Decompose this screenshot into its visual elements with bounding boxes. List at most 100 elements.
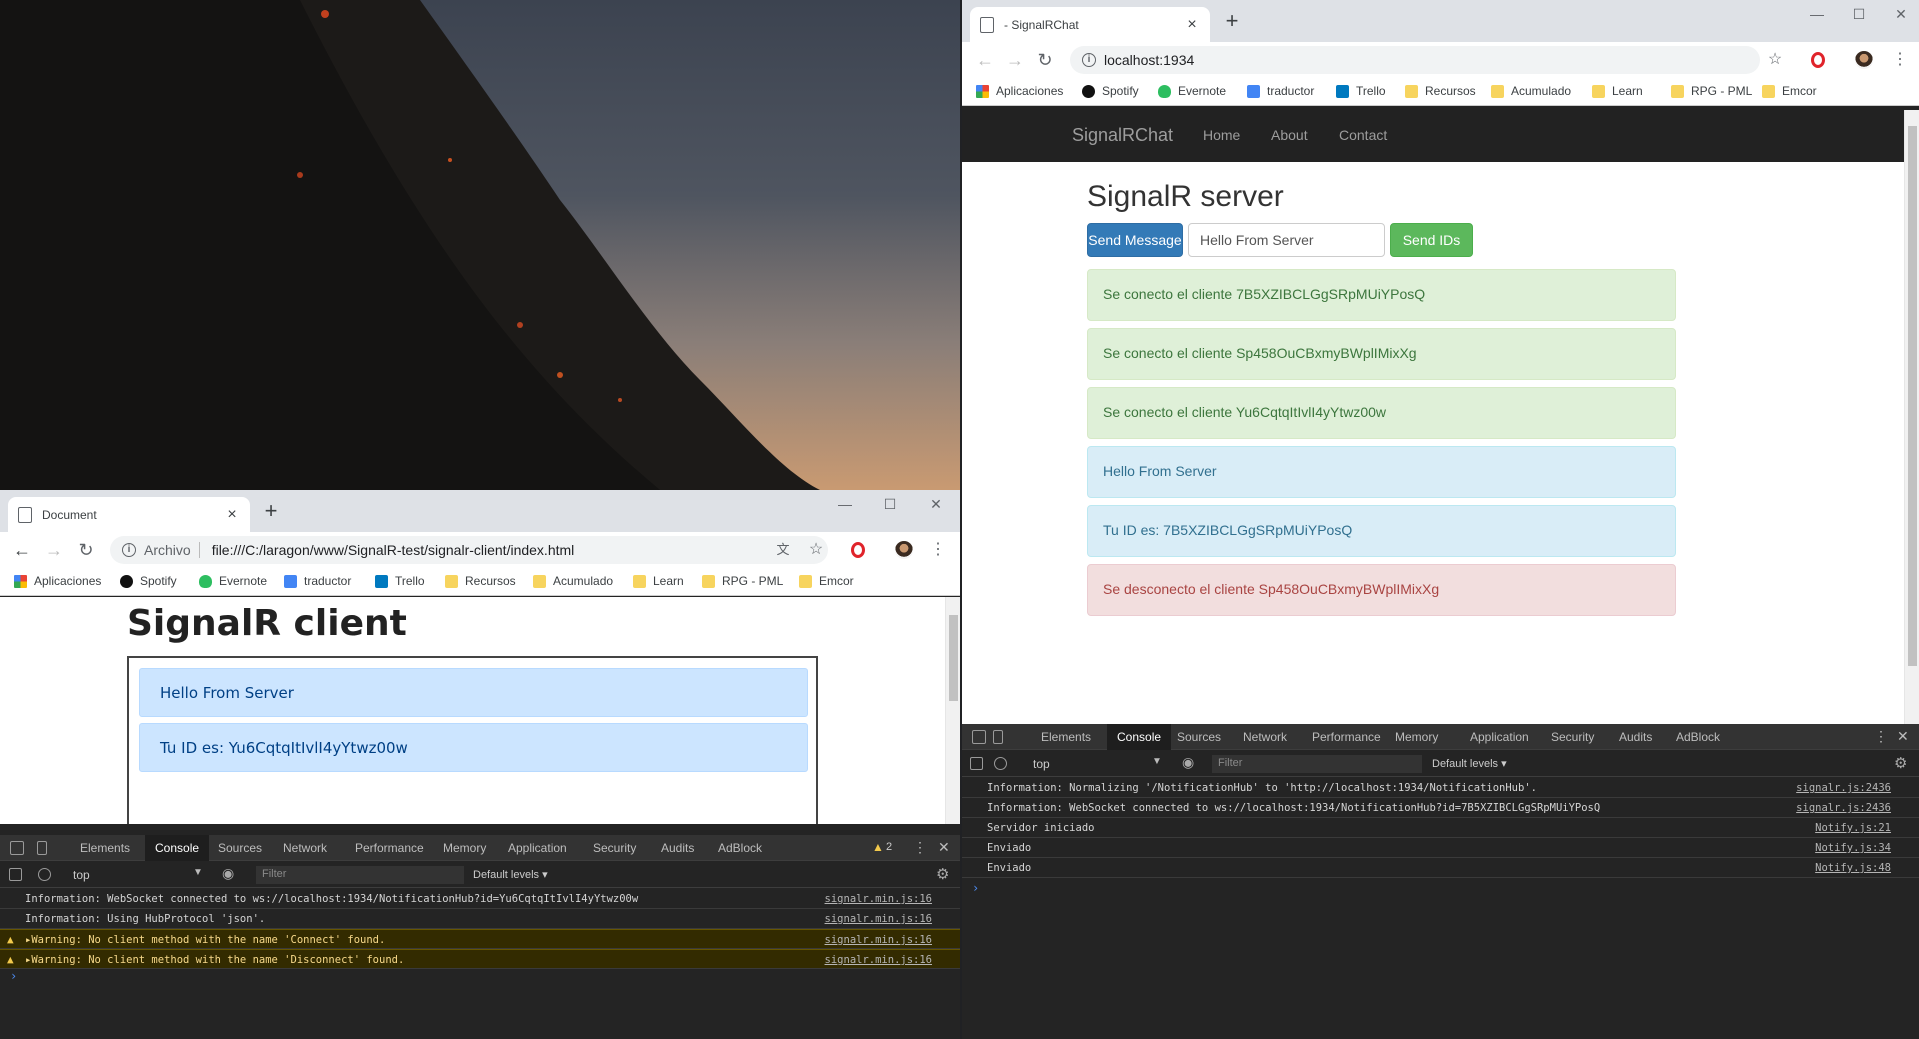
star-icon[interactable]: ☆: [807, 541, 825, 559]
console-prompt[interactable]: ›: [10, 969, 17, 983]
bookmark-item[interactable]: Spotify: [1082, 84, 1139, 98]
back-icon[interactable]: ←: [11, 539, 33, 561]
device-toolbar-icon[interactable]: [37, 841, 47, 855]
bookmark-item[interactable]: RPG - PML: [702, 574, 783, 588]
opera-icon[interactable]: [851, 542, 865, 558]
bookmark-item[interactable]: Recursos: [445, 574, 516, 588]
devtools-tab-security[interactable]: Security: [593, 841, 636, 855]
clear-console-icon[interactable]: [994, 757, 1007, 770]
bookmark-item[interactable]: Trello: [375, 574, 425, 588]
devtools-tab-sources[interactable]: Sources: [218, 841, 262, 855]
devtools-close-icon[interactable]: ✕: [1897, 728, 1909, 745]
devtools-tab-adblock[interactable]: AdBlock: [1676, 730, 1720, 744]
devtools-tab-application[interactable]: Application: [1470, 730, 1529, 744]
star-icon[interactable]: ☆: [1766, 51, 1784, 69]
console-source-link[interactable]: signalr.min.js:16: [825, 954, 932, 966]
send-message-button[interactable]: Send Message: [1087, 223, 1183, 257]
devtools-tab-application[interactable]: Application: [508, 841, 567, 855]
maximize-icon[interactable]: ☐: [1844, 6, 1874, 23]
console-prompt[interactable]: ›: [972, 881, 979, 895]
menu-icon[interactable]: ⋮: [929, 541, 947, 559]
translate-icon[interactable]: 文: [774, 541, 792, 559]
bookmark-item[interactable]: traductor: [1247, 84, 1314, 98]
devtools-tab-elements[interactable]: Elements: [80, 841, 130, 855]
context-select[interactable]: top: [73, 868, 90, 882]
close-window-icon[interactable]: ✕: [921, 496, 951, 513]
warning-icon[interactable]: ▲: [872, 840, 884, 854]
bookmark-item[interactable]: Trello: [1336, 84, 1386, 98]
bookmark-item[interactable]: Learn: [633, 574, 684, 588]
devtools-menu-icon[interactable]: ⋮: [1874, 728, 1888, 745]
bookmark-item[interactable]: Spotify: [120, 574, 177, 588]
devtools-menu-icon[interactable]: ⋮: [913, 839, 927, 856]
devtools-tab-console[interactable]: Console: [1107, 724, 1172, 750]
devtools-tab-performance[interactable]: Performance: [1312, 730, 1381, 744]
close-window-icon[interactable]: ✕: [1886, 6, 1916, 23]
devtools-tab-console[interactable]: Console: [145, 835, 210, 861]
devtools-tab-memory[interactable]: Memory: [443, 841, 486, 855]
inspect-icon[interactable]: [972, 730, 986, 744]
menu-icon[interactable]: ⋮: [1891, 51, 1909, 69]
reload-icon[interactable]: ↻: [75, 539, 97, 561]
devtools-tab-sources[interactable]: Sources: [1177, 730, 1221, 744]
devtools-tab-network[interactable]: Network: [1243, 730, 1287, 744]
console-source-link[interactable]: signalr.min.js:16: [825, 893, 932, 905]
devtools-tab-security[interactable]: Security: [1551, 730, 1594, 744]
reload-icon[interactable]: ↻: [1034, 49, 1056, 71]
minimize-icon[interactable]: —: [830, 496, 860, 512]
client-tab[interactable]: Document ×: [8, 497, 250, 532]
send-ids-button[interactable]: Send IDs: [1390, 223, 1473, 257]
nav-link-about[interactable]: About: [1271, 127, 1308, 143]
chevron-down-icon[interactable]: ▼: [193, 867, 203, 878]
gear-icon[interactable]: ⚙: [936, 865, 949, 883]
levels-select[interactable]: Default levels ▾: [473, 868, 548, 881]
devtools-tab-performance[interactable]: Performance: [355, 841, 424, 855]
minimize-icon[interactable]: —: [1802, 6, 1832, 22]
client-scrollbar[interactable]: [945, 597, 960, 824]
forward-icon[interactable]: →: [1004, 49, 1026, 71]
console-source-link[interactable]: Notify.js:21: [1815, 822, 1891, 834]
devtools-tab-audits[interactable]: Audits: [661, 841, 694, 855]
new-tab-icon[interactable]: +: [259, 499, 283, 523]
inspect-icon[interactable]: [10, 841, 24, 855]
new-tab-icon[interactable]: +: [1220, 9, 1244, 33]
sidebar-toggle-icon[interactable]: [970, 757, 983, 770]
close-tab-icon[interactable]: ×: [224, 506, 240, 524]
message-input[interactable]: [1188, 223, 1385, 257]
bookmark-item[interactable]: Learn: [1592, 84, 1643, 98]
server-address-bar[interactable]: i localhost:1934: [1070, 46, 1760, 74]
bookmark-item[interactable]: Recursos: [1405, 84, 1476, 98]
bookmark-item[interactable]: Emcor: [1762, 84, 1817, 98]
close-tab-icon[interactable]: ×: [1184, 16, 1200, 34]
avatar[interactable]: [895, 541, 913, 559]
console-filter-input[interactable]: Filter: [256, 866, 464, 884]
bookmark-item[interactable]: Aplicaciones: [14, 574, 101, 588]
console-source-link[interactable]: Notify.js:48: [1815, 862, 1891, 874]
console-source-link[interactable]: signalr.min.js:16: [825, 913, 932, 925]
devtools-close-icon[interactable]: ✕: [938, 839, 950, 856]
client-address-bar[interactable]: i Archivo file:///C:/laragon/www/SignalR…: [110, 536, 828, 564]
devtools-tab-audits[interactable]: Audits: [1619, 730, 1652, 744]
bookmark-item[interactable]: Emcor: [799, 574, 854, 588]
avatar[interactable]: [1855, 51, 1873, 69]
devtools-tab-memory[interactable]: Memory: [1395, 730, 1438, 744]
levels-select[interactable]: Default levels ▾: [1432, 757, 1507, 770]
devtools-tab-network[interactable]: Network: [283, 841, 327, 855]
opera-icon[interactable]: [1811, 52, 1825, 68]
eye-icon[interactable]: ◉: [1182, 754, 1194, 771]
bookmark-item[interactable]: Aplicaciones: [976, 84, 1063, 98]
console-source-link[interactable]: signalr.min.js:16: [825, 934, 932, 946]
back-icon[interactable]: ←: [974, 49, 996, 71]
context-select[interactable]: top: [1033, 757, 1050, 771]
eye-icon[interactable]: ◉: [222, 865, 234, 882]
devtools-tab-adblock[interactable]: AdBlock: [718, 841, 762, 855]
bookmark-item[interactable]: traductor: [284, 574, 351, 588]
server-tab[interactable]: - SignalRChat ×: [970, 7, 1210, 42]
gear-icon[interactable]: ⚙: [1894, 754, 1907, 772]
nav-link-contact[interactable]: Contact: [1339, 127, 1387, 143]
bookmark-item[interactable]: Acumulado: [1491, 84, 1571, 98]
warning-count[interactable]: 2: [886, 841, 892, 853]
server-scrollbar[interactable]: [1904, 110, 1919, 724]
clear-console-icon[interactable]: [38, 868, 51, 881]
maximize-icon[interactable]: ☐: [875, 496, 905, 513]
